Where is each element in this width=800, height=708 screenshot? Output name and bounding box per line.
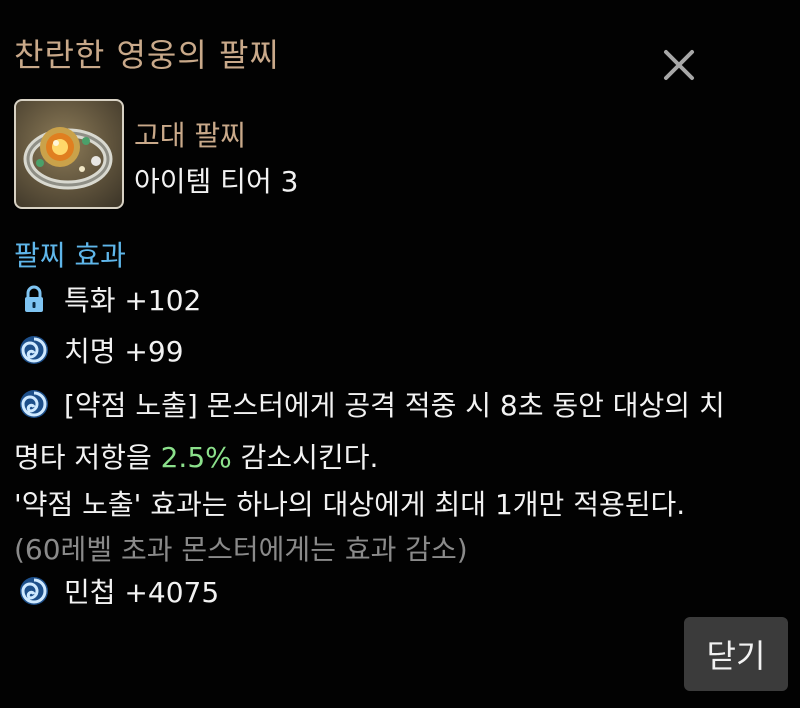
close-button[interactable]: 닫기 <box>684 617 788 691</box>
weakpoint-line2-post: 감소시킨다. <box>231 441 379 474</box>
weakpoint-text-line1: [약점 노출] 몬스터에게 공격 적중 시 8초 동안 대상의 치 <box>64 389 725 422</box>
weakpoint-value: 2.5% <box>160 441 232 474</box>
agility-stat: 민첩 +4075 <box>64 576 220 609</box>
specialization-stat: 특화 +102 <box>64 284 202 317</box>
item-tooltip-panel: 찬란한 영웅의 팔찌 고대 팔찌 아이템 티어 3 팔찌 효과 특화 +102 … <box>0 0 800 708</box>
close-icon[interactable] <box>660 46 698 84</box>
swirl-icon <box>18 575 50 607</box>
bracelet-effect-heading: 팔찌 효과 <box>14 239 126 272</box>
lock-icon <box>18 283 50 315</box>
weakpoint-line2-pre: 명타 저항을 <box>14 441 161 474</box>
weakpoint-row: [약점 노출] 몬스터에게 공격 적중 시 8초 동안 대상의 치 <box>18 384 725 424</box>
swirl-icon <box>18 388 50 420</box>
specialization-row: 특화 +102 <box>18 279 201 319</box>
weakpoint-text-line2: 명타 저항을 2.5% 감소시킨다. <box>14 436 378 476</box>
swirl-icon <box>18 334 50 366</box>
item-tier: 아이템 티어 3 <box>134 165 299 198</box>
crit-stat: 치명 +99 <box>64 335 184 368</box>
weakpoint-text-line3: '약점 노출' 효과는 하나의 대상에게 최대 1개만 적용된다. <box>14 488 686 521</box>
crit-row: 치명 +99 <box>18 330 184 370</box>
item-grade: 고대 팔찌 <box>134 119 246 152</box>
weakpoint-note: (60레벨 초과 몬스터에게는 효과 감소) <box>14 533 468 566</box>
item-title: 찬란한 영웅의 팔찌 <box>14 36 280 74</box>
agility-row: 민첩 +4075 <box>18 571 219 611</box>
item-image <box>14 99 124 209</box>
